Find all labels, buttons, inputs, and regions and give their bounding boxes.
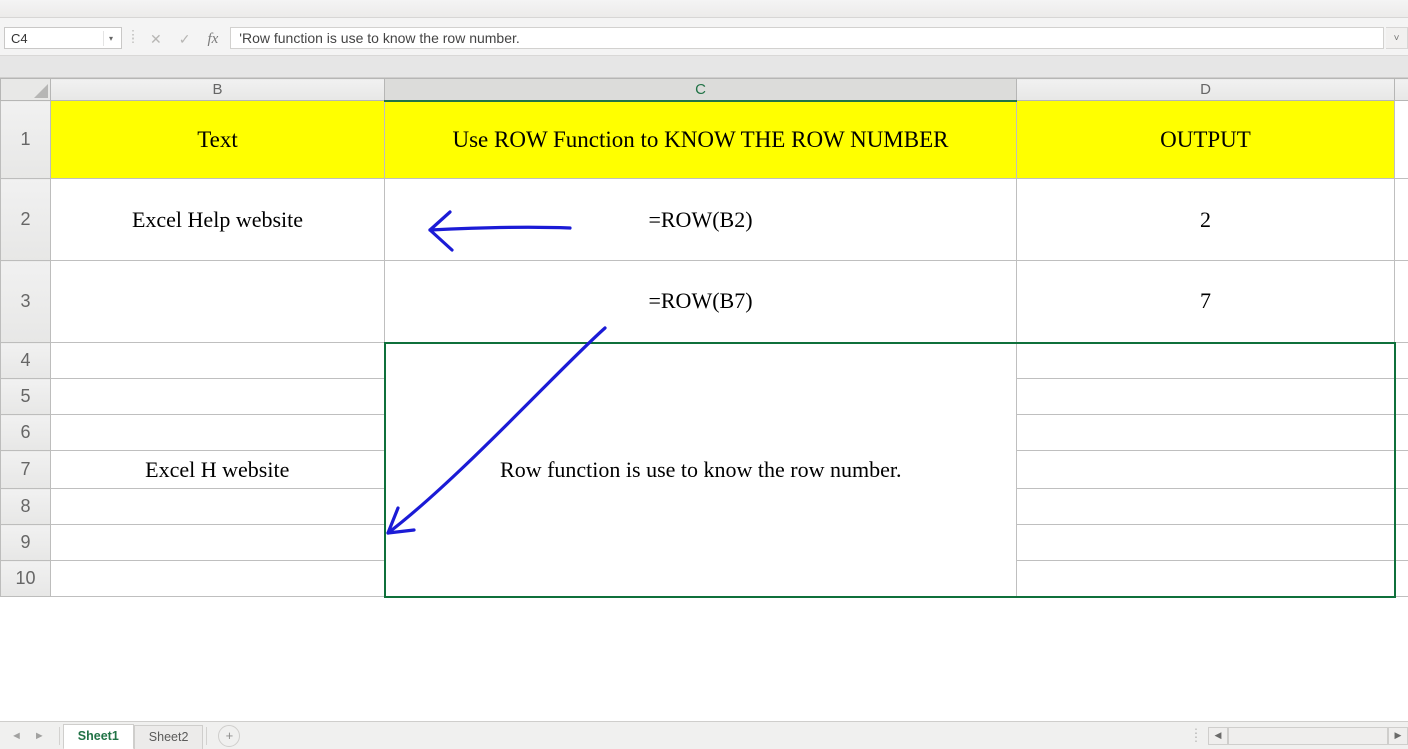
cell-B2[interactable]: Excel Help website bbox=[51, 179, 385, 261]
select-all-corner[interactable] bbox=[1, 79, 51, 101]
name-box-value: C4 bbox=[11, 31, 28, 46]
ribbon-gap bbox=[0, 56, 1408, 78]
enter-icon[interactable]: ✓ bbox=[179, 31, 191, 48]
formula-text: 'Row function is use to know the row num… bbox=[239, 30, 519, 46]
cell-D3[interactable]: 7 bbox=[1017, 261, 1395, 343]
tab-nav-arrows: ◄ ► bbox=[6, 728, 50, 744]
add-sheet-button[interactable]: + bbox=[218, 725, 240, 747]
cell-E10[interactable] bbox=[1395, 561, 1408, 597]
separator-dots-icon: ⋮⋮ bbox=[128, 34, 139, 42]
scroll-track[interactable] bbox=[1228, 727, 1388, 745]
horizontal-scrollbar[interactable]: ◀ ▶ bbox=[1208, 727, 1408, 745]
cell-E4[interactable] bbox=[1395, 343, 1408, 379]
cell-B3[interactable] bbox=[51, 261, 385, 343]
cell-E5[interactable] bbox=[1395, 379, 1408, 415]
col-header-B[interactable]: B bbox=[51, 79, 385, 101]
cell-C1[interactable]: Use ROW Function to KNOW THE ROW NUMBER bbox=[385, 101, 1017, 179]
row-header-4[interactable]: 4 bbox=[1, 343, 51, 379]
cell-E7[interactable] bbox=[1395, 451, 1408, 489]
sheet-tabs-bar: ◄ ► Sheet1 Sheet2 + ⋮⋮ ◀ ▶ bbox=[0, 721, 1408, 749]
cell-B9[interactable] bbox=[51, 525, 385, 561]
cell-B5[interactable] bbox=[51, 379, 385, 415]
cell-D4[interactable] bbox=[1017, 343, 1395, 379]
sheet-tab-sheet2[interactable]: Sheet2 bbox=[134, 725, 204, 749]
formula-bar-row: C4 ▾ ⋮⋮ ✕ ✓ fx 'Row function is use to k… bbox=[0, 18, 1408, 56]
col-header-D[interactable]: D bbox=[1017, 79, 1395, 101]
spreadsheet-grid[interactable]: B C D 1 Text Use ROW Function to KNOW TH… bbox=[0, 78, 1408, 598]
cell-D8[interactable] bbox=[1017, 489, 1395, 525]
cell-B8[interactable] bbox=[51, 489, 385, 525]
cell-D9[interactable] bbox=[1017, 525, 1395, 561]
col-header-E[interactable] bbox=[1395, 79, 1408, 101]
cell-E3[interactable] bbox=[1395, 261, 1408, 343]
divider-icon bbox=[206, 727, 207, 745]
cell-B7[interactable]: Excel H website bbox=[51, 451, 385, 489]
scroll-right-icon[interactable]: ▶ bbox=[1388, 727, 1408, 745]
row-header-7[interactable]: 7 bbox=[1, 451, 51, 489]
formula-bar-buttons: ✕ ✓ fx bbox=[144, 29, 224, 49]
cell-B1[interactable]: Text bbox=[51, 101, 385, 179]
cell-B4[interactable] bbox=[51, 343, 385, 379]
window-top-strip bbox=[0, 0, 1408, 18]
tab-next-icon[interactable]: ► bbox=[29, 728, 50, 744]
row-header-5[interactable]: 5 bbox=[1, 379, 51, 415]
divider-icon bbox=[59, 727, 60, 745]
cell-D7[interactable] bbox=[1017, 451, 1395, 489]
row-header-8[interactable]: 8 bbox=[1, 489, 51, 525]
cell-D10[interactable] bbox=[1017, 561, 1395, 597]
row-header-9[interactable]: 9 bbox=[1, 525, 51, 561]
name-box[interactable]: C4 ▾ bbox=[4, 27, 122, 49]
cell-D5[interactable] bbox=[1017, 379, 1395, 415]
cell-B10[interactable] bbox=[51, 561, 385, 597]
cell-E6[interactable] bbox=[1395, 415, 1408, 451]
cell-E8[interactable] bbox=[1395, 489, 1408, 525]
grid-pane: B C D 1 Text Use ROW Function to KNOW TH… bbox=[0, 78, 1408, 721]
tab-prev-icon[interactable]: ◄ bbox=[6, 728, 27, 744]
fx-icon[interactable]: fx bbox=[207, 31, 218, 48]
row-header-10[interactable]: 10 bbox=[1, 561, 51, 597]
formula-bar-expand-icon[interactable]: ˅ bbox=[1386, 27, 1408, 49]
cell-C4-explanation[interactable]: Row function is use to know the row numb… bbox=[385, 343, 1017, 597]
formula-input[interactable]: 'Row function is use to know the row num… bbox=[230, 27, 1384, 49]
row-3: 3 =ROW(B7) 7 bbox=[1, 261, 1408, 343]
name-box-dropdown-icon[interactable]: ▾ bbox=[103, 31, 118, 46]
row-header-3[interactable]: 3 bbox=[1, 261, 51, 343]
row-header-6[interactable]: 6 bbox=[1, 415, 51, 451]
cell-C2[interactable]: =ROW(B2) bbox=[385, 179, 1017, 261]
separator-dots-icon: ⋮⋮ bbox=[1190, 732, 1202, 740]
scroll-left-icon[interactable]: ◀ bbox=[1208, 727, 1228, 745]
cell-E1[interactable] bbox=[1395, 101, 1408, 179]
cell-E2[interactable] bbox=[1395, 179, 1408, 261]
cell-D1[interactable]: OUTPUT bbox=[1017, 101, 1395, 179]
row-2: 2 Excel Help website =ROW(B2) 2 bbox=[1, 179, 1408, 261]
column-header-row: B C D bbox=[1, 79, 1408, 101]
cell-D2[interactable]: 2 bbox=[1017, 179, 1395, 261]
row-1: 1 Text Use ROW Function to KNOW THE ROW … bbox=[1, 101, 1408, 179]
row-4: 4 Row function is use to know the row nu… bbox=[1, 343, 1408, 379]
excel-window: C4 ▾ ⋮⋮ ✕ ✓ fx 'Row function is use to k… bbox=[0, 0, 1408, 749]
cell-B6[interactable] bbox=[51, 415, 385, 451]
row-header-2[interactable]: 2 bbox=[1, 179, 51, 261]
row-header-1[interactable]: 1 bbox=[1, 101, 51, 179]
sheet-tab-sheet1[interactable]: Sheet1 bbox=[63, 724, 134, 749]
cell-C3[interactable]: =ROW(B7) bbox=[385, 261, 1017, 343]
col-header-C[interactable]: C bbox=[385, 79, 1017, 101]
cell-E9[interactable] bbox=[1395, 525, 1408, 561]
cell-D6[interactable] bbox=[1017, 415, 1395, 451]
cancel-icon[interactable]: ✕ bbox=[150, 31, 162, 48]
